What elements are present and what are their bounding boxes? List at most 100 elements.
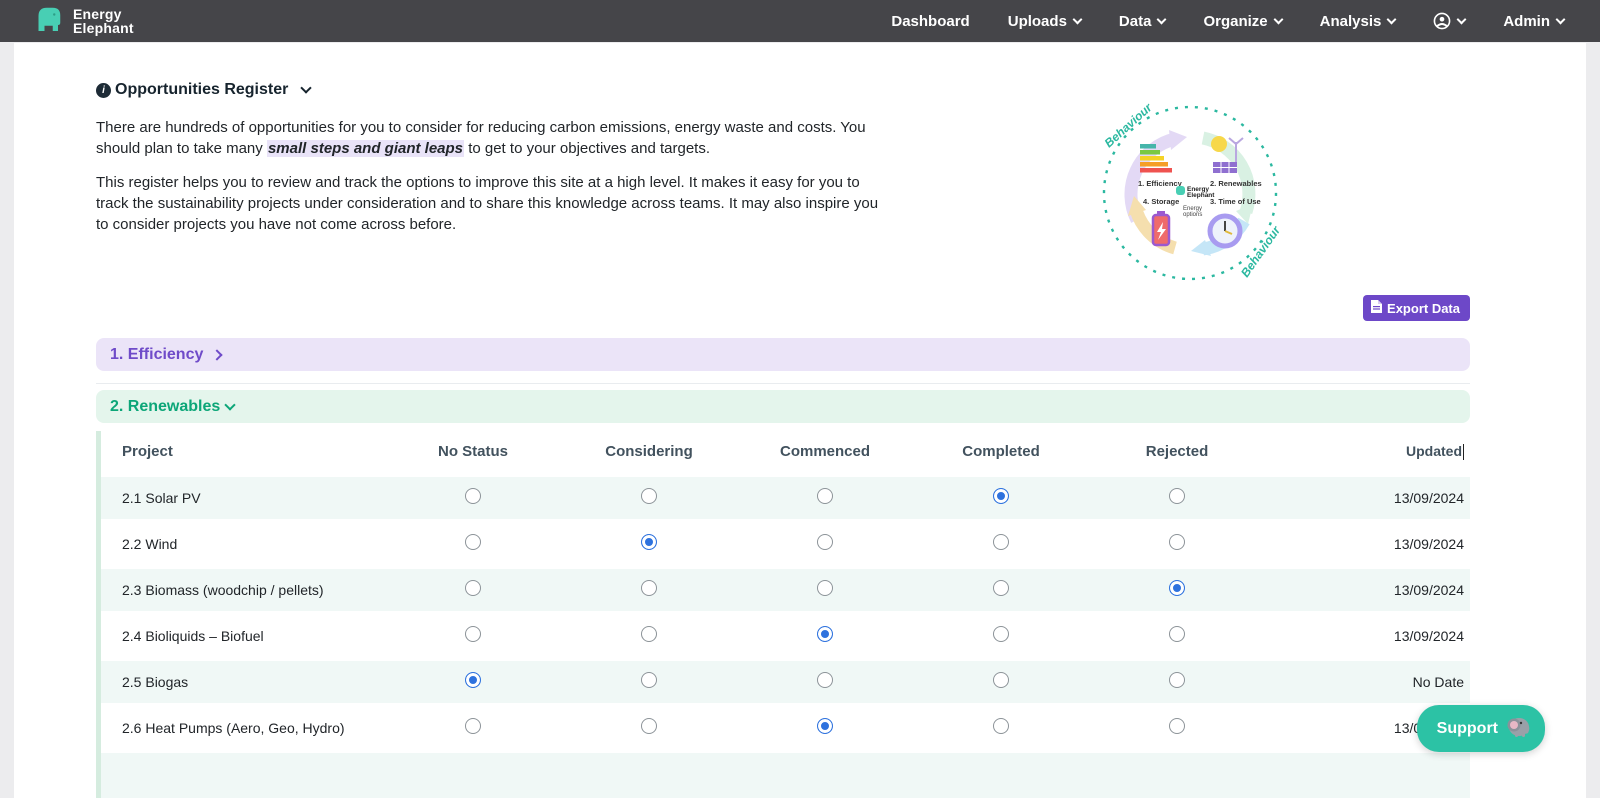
radio-completed[interactable] [993,717,1009,734]
status-cell [1089,671,1265,693]
nav-item-label: Organize [1203,12,1268,30]
nav-item-dashboard[interactable]: Dashboard [891,13,969,30]
radio-considering[interactable] [641,487,657,504]
radio-no-status[interactable] [465,671,481,688]
status-cell [913,579,1089,601]
radio-commenced[interactable] [817,579,833,596]
radio-rejected[interactable] [1169,533,1185,550]
export-data-button[interactable]: Export Data [1363,295,1470,322]
chevron-down-icon [224,399,236,411]
status-cell [1089,717,1265,739]
radio-rejected[interactable] [1169,579,1185,596]
radio-commenced[interactable] [817,487,833,504]
nav-item-label: Data [1118,12,1152,30]
support-label: Support [1436,719,1498,737]
status-cell [737,717,913,739]
radio-completed[interactable] [993,579,1009,596]
clock-icon [1207,213,1243,249]
nav-item-label: Admin [1503,12,1550,30]
updated-value: 13/09/2024 [1393,536,1464,553]
radio-no-status[interactable] [465,717,481,734]
radio-considering[interactable] [641,625,657,642]
radio-commenced[interactable] [817,533,833,550]
table-body: 2.1 Solar PV 13/09/2024 2.2 Wind 13/09/2… [101,477,1470,798]
section-header-renewables[interactable]: 2. Renewables [96,390,1470,424]
radio-no-status[interactable] [465,579,481,596]
status-cell [385,487,561,509]
radio-considering[interactable] [641,671,657,688]
radio-commenced[interactable] [817,625,833,642]
table-row: 2.5 Biogas No Date [101,661,1470,704]
radio-completed[interactable] [993,533,1009,550]
radio-commenced[interactable] [817,717,833,734]
chevron-down-icon [1386,14,1397,25]
export-row: Export Data [96,295,1470,322]
battery-icon [1151,211,1171,247]
status-cell [737,671,913,693]
elephant-icon [34,4,64,39]
radio-considering[interactable] [641,579,657,596]
project-label: 2.4 Bioliquids – Biofuel [122,628,264,645]
table-row [101,753,1470,798]
status-cell [385,671,561,693]
status-cell [385,717,561,739]
radio-rejected[interactable] [1169,487,1185,504]
table-row: 2.1 Solar PV 13/09/2024 [101,477,1470,520]
svg-text:Elephant: Elephant [1187,192,1215,199]
radio-no-status[interactable] [465,625,481,642]
status-cell [561,625,737,647]
text-caret [1463,444,1464,461]
radio-completed[interactable] [993,671,1009,688]
status-cell [1089,533,1265,555]
status-cell [561,579,737,601]
radio-rejected[interactable] [1169,671,1185,688]
nav-item-data[interactable]: Data [1118,12,1167,30]
status-cell [737,579,913,601]
nav-item-label: Analysis [1319,12,1382,30]
section-header-efficiency[interactable]: 1. Efficiency [96,338,1470,372]
intro-text: There are hundreds of opportunities for … [96,118,886,235]
status-cell [561,487,737,509]
status-cell [561,717,737,739]
chevron-down-icon [1555,14,1566,25]
top-nav: Energy Elephant Dashboard Uploads Data O… [0,0,1600,42]
nav-item-organize[interactable]: Organize [1203,12,1284,30]
radio-considering[interactable] [641,533,657,550]
status-cell [385,579,561,601]
chevron-right-icon [211,349,224,361]
radio-considering[interactable] [641,717,657,734]
radio-rejected[interactable] [1169,717,1185,734]
status-cell [913,671,1089,693]
updated-value: No Date [1412,674,1464,691]
table-row: 2.6 Heat Pumps (Aero, Geo, Hydro) 13/09/… [101,707,1470,749]
nav-item-analysis[interactable]: Analysis [1319,12,1397,30]
radio-completed[interactable] [993,625,1009,642]
quadrant-label: 2. Renewables [1210,179,1262,188]
radio-rejected[interactable] [1169,625,1185,642]
project-label: 2.3 Biomass (woodchip / pellets) [122,582,324,599]
radio-no-status[interactable] [465,533,481,550]
nav-item-uploads[interactable]: Uploads [1007,12,1083,30]
energy-options-cycle-diagram: Behaviour Behaviour 1. Efficiency 2. Ren… [1097,100,1284,286]
file-icon [1371,300,1383,316]
info-icon: i [96,82,111,98]
status-cell [1089,579,1265,601]
updated-value: 13/09/2024 [1393,582,1464,599]
nav-menu: Dashboard Uploads Data Organize Analysis… [891,12,1566,30]
support-button[interactable]: Support [1416,705,1545,752]
quadrant-label: 1. Efficiency [1138,179,1183,188]
nav-item-admin[interactable]: Admin [1503,12,1566,30]
radio-completed[interactable] [993,487,1009,504]
table-row: 2.2 Wind 13/09/2024 [101,523,1470,565]
status-cell [737,625,913,647]
user-circle-icon [1433,12,1451,30]
highlighted-phrase: small steps and giant leaps [266,139,465,157]
radio-commenced[interactable] [817,671,833,688]
brand-logo[interactable]: Energy Elephant [34,4,134,39]
status-cell [737,533,913,555]
chevron-down-icon[interactable] [300,82,313,94]
svg-text:options: options [1183,212,1202,218]
nav-item-user-menu[interactable] [1433,12,1467,30]
radio-no-status[interactable] [465,487,481,504]
nav-item-label: Uploads [1007,12,1067,30]
